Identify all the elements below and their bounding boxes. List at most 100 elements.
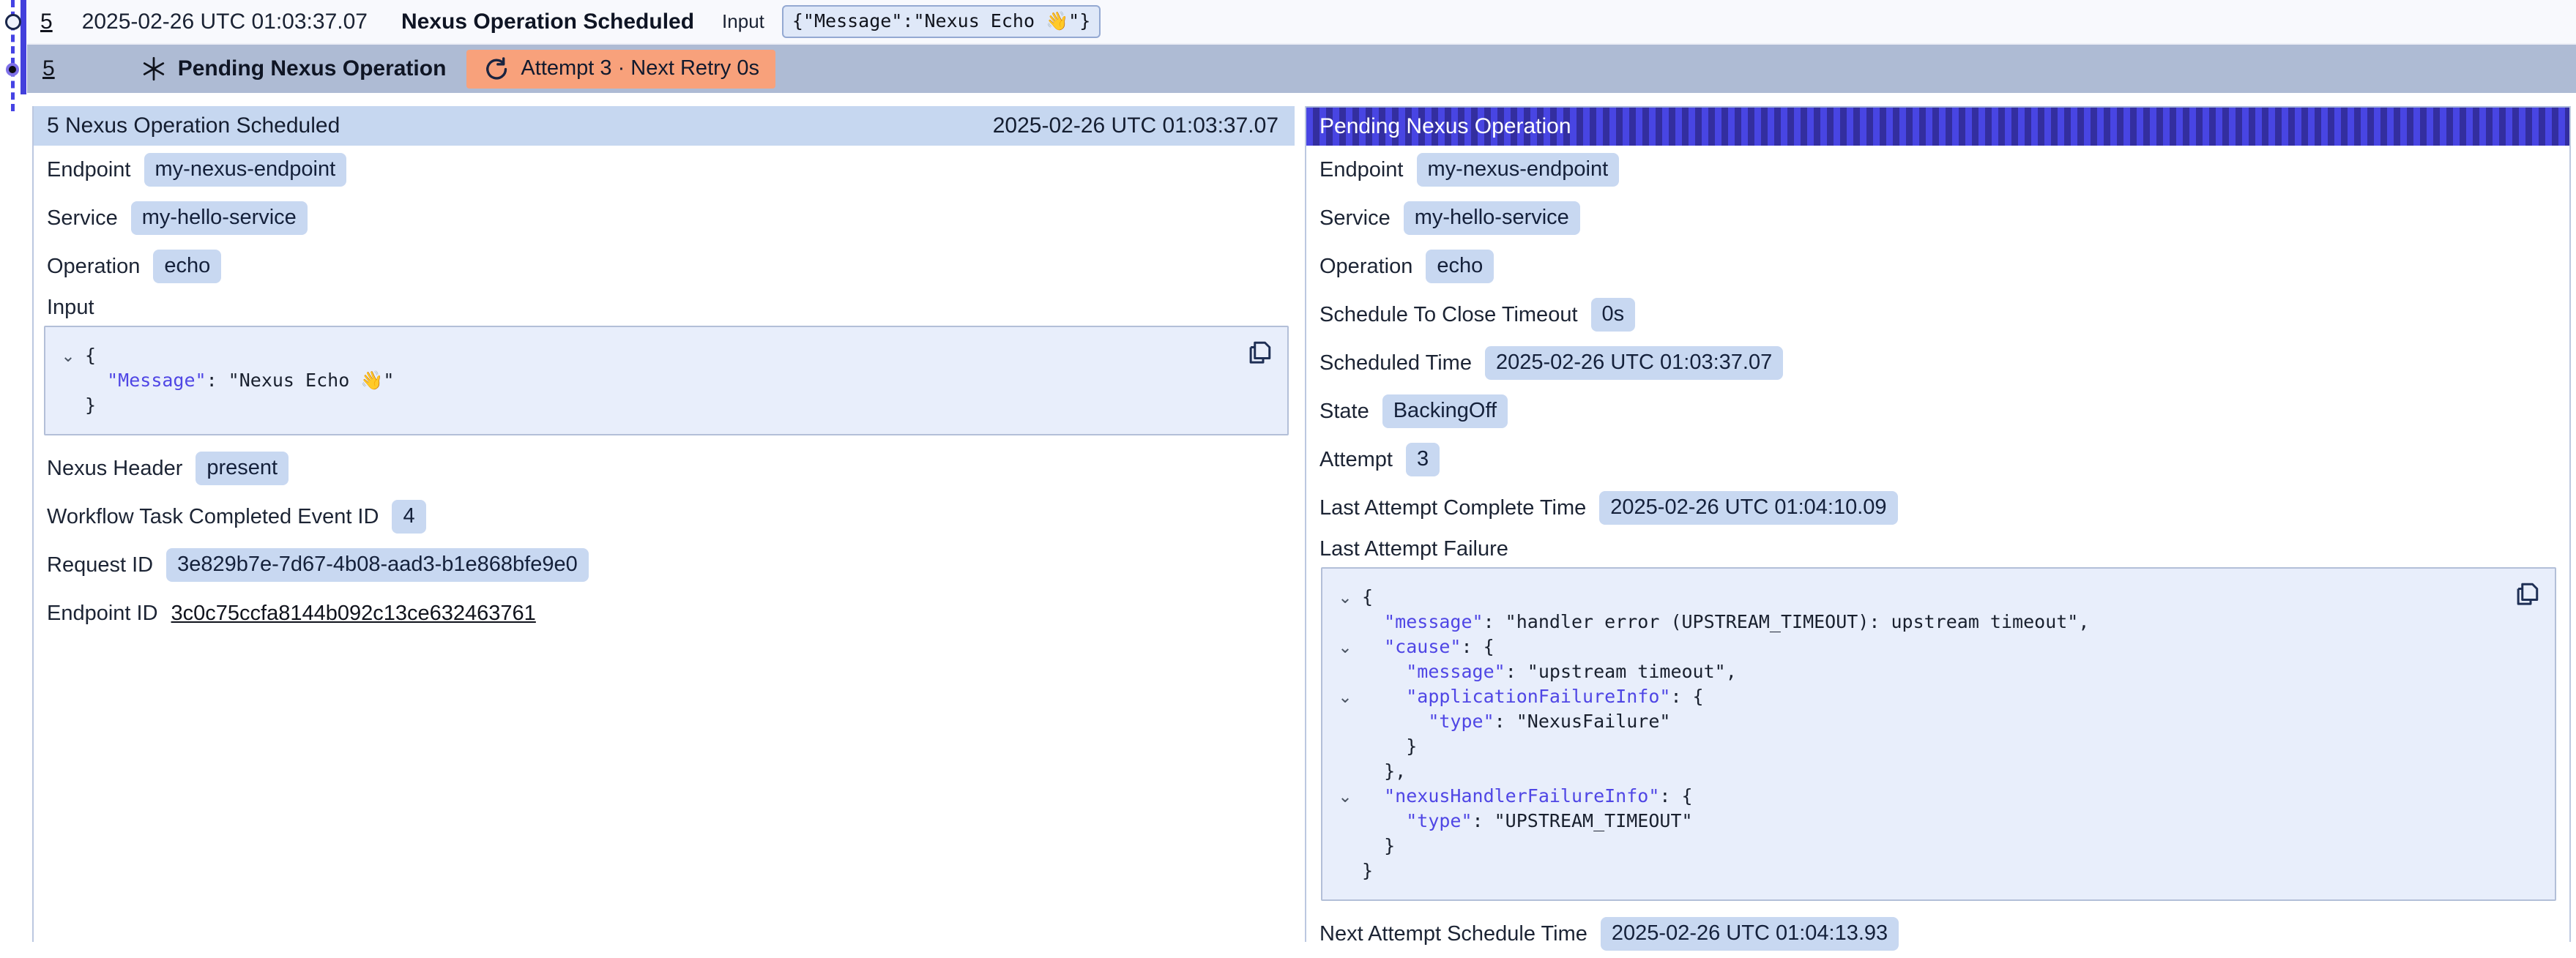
json-key: "type": [1406, 809, 1472, 834]
json-text: : {: [1461, 635, 1494, 659]
input-payload-badge: {"Message":"Nexus Echo 👋"}: [782, 5, 1101, 38]
json-text: }: [1362, 834, 1395, 858]
json-key: "cause": [1384, 635, 1461, 659]
input-json-block: ⌄ { "Message" : "Nexus Echo 👋" }: [44, 326, 1289, 435]
input-label: Input: [722, 10, 764, 33]
panel-pending-nexus-operation: Pending Nexus Operation Endpoint my-nexu…: [1305, 106, 2571, 942]
field-label: Endpoint ID: [47, 602, 158, 626]
field-label: Attempt: [1319, 448, 1393, 472]
event-title: Nexus Operation Scheduled: [401, 10, 694, 34]
json-line: }: [1328, 734, 2504, 759]
field-label: Operation: [47, 255, 140, 279]
json-line: ⌄ "cause" : {: [1328, 635, 2504, 659]
json-line: "Message" : "Nexus Echo 👋": [51, 368, 1236, 393]
panel-timestamp: 2025-02-26 UTC 01:03:37.07: [993, 113, 1278, 138]
json-text: [85, 368, 107, 393]
retry-icon: [483, 56, 509, 82]
pending-asterisk-icon: [140, 55, 168, 83]
collapse-chevron-icon: [1328, 659, 1362, 684]
collapse-chevron-icon[interactable]: ⌄: [1328, 784, 1362, 809]
json-line: },: [1328, 759, 2504, 784]
json-key: "applicationFailureInfo": [1406, 684, 1670, 709]
field-value-badge: my-hello-service: [131, 201, 308, 235]
field-label: Next Attempt Schedule Time: [1319, 922, 1587, 946]
collapse-chevron-icon[interactable]: ⌄: [51, 343, 85, 368]
field-value-badge: 3e829b7e-7d67-4b08-aad3-b1e868bfe9e0: [166, 548, 589, 582]
collapse-chevron-icon: [1328, 809, 1362, 834]
field-value-badge: BackingOff: [1382, 394, 1508, 428]
json-text: : "upstream timeout",: [1505, 659, 1737, 684]
collapse-chevron-icon[interactable]: ⌄: [1328, 635, 1362, 659]
json-line: "message" : "handler error (UPSTREAM_TIM…: [1328, 610, 2504, 635]
failure-section-label: Last Attempt Failure: [1306, 532, 2569, 567]
event-title: Pending Nexus Operation: [178, 56, 447, 81]
field-row-endpoint: Endpoint my-nexus-endpoint: [34, 146, 1295, 194]
collapse-chevron-icon: [1328, 709, 1362, 734]
json-line: ⌄ {: [51, 343, 1236, 368]
field-value-badge: echo: [1426, 250, 1494, 283]
field-row-endpoint-id: Endpoint ID 3c0c75ccfa8144b092c13ce63246…: [34, 589, 1295, 637]
field-row-request-id: Request ID 3e829b7e-7d67-4b08-aad3-b1e86…: [34, 541, 1295, 589]
event-id-link[interactable]: 5: [42, 56, 55, 81]
json-line: "type" : "NexusFailure": [1328, 709, 2504, 734]
copy-button[interactable]: [2511, 579, 2543, 611]
json-line: "type" : "UPSTREAM_TIMEOUT": [1328, 809, 2504, 834]
timeline-gutter: [0, 0, 32, 117]
field-row-last-attempt-complete-time: Last Attempt Complete Time 2025-02-26 UT…: [1306, 484, 2569, 532]
json-key: "Message": [107, 368, 206, 393]
json-text: : "NexusFailure": [1494, 709, 1671, 734]
field-value-badge: present: [196, 452, 289, 485]
field-label: Service: [47, 206, 118, 231]
collapse-chevron-icon: [1328, 734, 1362, 759]
event-id-link[interactable]: 5: [40, 10, 53, 34]
field-value-badge: 2025-02-26 UTC 01:03:37.07: [1485, 346, 1783, 380]
field-row-scheduled-time: Scheduled Time 2025-02-26 UTC 01:03:37.0…: [1306, 339, 2569, 387]
json-text: : "handler error (UPSTREAM_TIMEOUT): ups…: [1484, 610, 2090, 635]
endpoint-id-link[interactable]: 3c0c75ccfa8144b092c13ce632463761: [171, 602, 536, 626]
json-text: }: [1362, 734, 1417, 759]
failure-json-block: ⌄ { "message" : "handler error (UPSTREAM…: [1321, 567, 2556, 901]
event-history-rows: 5 2025-02-26 UTC 01:03:37.07 Nexus Opera…: [0, 0, 2576, 93]
json-line: }: [1328, 834, 2504, 858]
field-row-next-attempt-schedule-time: Next Attempt Schedule Time 2025-02-26 UT…: [1306, 910, 2569, 958]
field-row-service: Service my-hello-service: [34, 194, 1295, 242]
json-text: [1362, 684, 1406, 709]
field-row-service: Service my-hello-service: [1306, 194, 2569, 242]
collapse-chevron-icon[interactable]: ⌄: [1328, 684, 1362, 709]
panel-title: 5 Nexus Operation Scheduled: [47, 113, 340, 138]
copy-icon: [2512, 580, 2542, 609]
collapse-chevron-icon[interactable]: ⌄: [1328, 585, 1362, 610]
collapse-chevron-icon: [1328, 759, 1362, 784]
field-value-badge: my-nexus-endpoint: [1417, 153, 1620, 187]
event-detail-panels: 5 Nexus Operation Scheduled 2025-02-26 U…: [32, 106, 2576, 942]
field-value-badge: 3: [1406, 443, 1440, 476]
field-row-operation: Operation echo: [1306, 242, 2569, 291]
field-value-badge: echo: [153, 250, 221, 283]
collapse-chevron-icon: [51, 368, 85, 393]
field-row-nexus-header: Nexus Header present: [34, 444, 1295, 493]
json-text: [1362, 709, 1428, 734]
event-row-pending-nexus-operation[interactable]: 5 Pending Nexus Operation Attempt 3 · Ne…: [27, 45, 2576, 93]
json-text: : "Nexus Echo 👋": [206, 368, 395, 393]
json-line: }: [51, 393, 1236, 418]
json-line: ⌄ "nexusHandlerFailureInfo" : {: [1328, 784, 2504, 809]
field-value-badge: my-hello-service: [1404, 201, 1580, 235]
field-label: Last Attempt Complete Time: [1319, 496, 1586, 520]
collapse-chevron-icon: [1328, 610, 1362, 635]
json-text: [1362, 610, 1384, 635]
panel-header-pending: Pending Nexus Operation: [1306, 106, 2569, 146]
retry-status-badge: Attempt 3 · Next Retry 0s: [466, 50, 775, 89]
copy-icon: [1245, 338, 1274, 367]
json-text: [1362, 659, 1406, 684]
field-label: Operation: [1319, 255, 1412, 279]
field-label: Request ID: [47, 553, 153, 577]
timeline-selected-bar: [21, 0, 26, 94]
retry-badge-text: Attempt 3 · Next Retry 0s: [521, 56, 759, 81]
json-text: [1362, 635, 1384, 659]
json-text: : {: [1659, 784, 1692, 809]
panel-divider: [1295, 106, 1305, 942]
event-row-nexus-operation-scheduled[interactable]: 5 2025-02-26 UTC 01:03:37.07 Nexus Opera…: [27, 0, 2576, 45]
field-value-badge: 4: [392, 500, 425, 534]
copy-button[interactable]: [1243, 337, 1276, 370]
field-row-schedule-to-close-timeout: Schedule To Close Timeout 0s: [1306, 291, 2569, 339]
